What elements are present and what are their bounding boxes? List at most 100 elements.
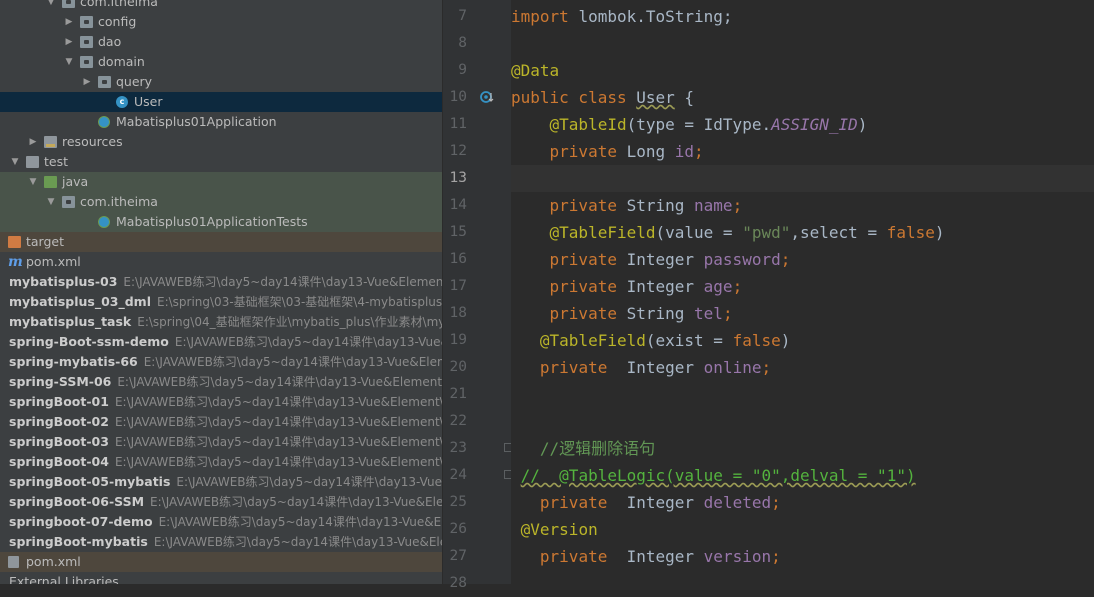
code-line[interactable]: @TableField(exist = false) — [511, 327, 1094, 354]
field-usage-icon[interactable] — [480, 89, 494, 103]
tree-row-com-itheima[interactable]: ▼ com.itheima — [0, 0, 442, 12]
chevron-right-icon[interactable]: ▶ — [82, 72, 92, 92]
tree-row-target[interactable]: target — [0, 232, 442, 252]
code-token: String — [626, 196, 695, 215]
tree-row-resources[interactable]: ▶ resources — [0, 132, 442, 152]
tree-row-label: com.itheima — [80, 192, 158, 212]
chevron-right-icon[interactable]: ▶ — [64, 32, 74, 52]
tree-row-spring-mybatis-66[interactable]: spring-mybatis-66 E:\JAVAWEB练习\day5~day14… — [0, 352, 442, 372]
tree-row-mybatisplus-03-dml[interactable]: mybatisplus_03_dml E:\spring\03-基础框架\03-基… — [0, 292, 442, 312]
tree-row-domain[interactable]: ▼ domain — [0, 52, 442, 72]
tree-row-dao[interactable]: ▶ dao — [0, 32, 442, 52]
code-line[interactable]: @Data — [511, 57, 1094, 84]
code-line[interactable]: import lombok.ToString; — [511, 3, 1094, 30]
tree-row-springboot-mybatis[interactable]: springBoot-mybatis E:\JAVAWEB练习\day5~day1… — [0, 532, 442, 552]
code-line[interactable]: @TableId(type = IdType.ASSIGN_ID) — [511, 111, 1094, 138]
code-token: String — [626, 304, 695, 323]
line-number: 10 — [449, 89, 467, 105]
module-path: E:\spring\03-基础框架\03-基础框架\4-mybatisplus\… — [156, 295, 442, 309]
package-folder-icon — [80, 36, 93, 48]
code-line[interactable]: //逻辑删除语句 — [511, 435, 1094, 462]
code-line[interactable] — [511, 381, 1094, 408]
tree-row-label: springBoot-03 E:\JAVAWEB练习\day5~day14课件\d… — [9, 432, 442, 452]
tree-row-config[interactable]: ▶ config — [0, 12, 442, 32]
code-token: private — [549, 142, 627, 161]
module-path: E:\JAVAWEB练习\day5~day14课件\day13-Vue&Ele — [176, 475, 442, 489]
package-folder-icon — [62, 0, 75, 8]
code-line[interactable] — [511, 570, 1094, 584]
module-path: E:\JAVAWEB练习\day5~day14课件\day13-Vue&Elem… — [150, 495, 442, 509]
tree-row-mybatisplus-03[interactable]: mybatisplus-03 E:\JAVAWEB练习\day5~day14课件\… — [0, 272, 442, 292]
tree-row-java[interactable]: ▼ java — [0, 172, 442, 192]
tree-row-springboot-03[interactable]: springBoot-03 E:\JAVAWEB练习\day5~day14课件\d… — [0, 432, 442, 452]
code-line[interactable]: private String tel; — [511, 300, 1094, 327]
code-token: ; — [771, 547, 781, 566]
tree-row-query[interactable]: ▶ query — [0, 72, 442, 92]
chevron-down-icon[interactable]: ▼ — [46, 192, 56, 212]
code-line[interactable]: @TableField(value = "pwd",select = false… — [511, 219, 1094, 246]
line-number: 21 — [449, 386, 467, 402]
tree-row-test[interactable]: ▼ test — [0, 152, 442, 172]
tree-row-external-libraries[interactable]: External Libraries — [0, 572, 442, 584]
code-line[interactable]: public class User { — [511, 84, 1094, 111]
chevron-down-icon[interactable]: ▼ — [64, 52, 74, 72]
tree-label-text: springBoot-06-SSM — [9, 494, 145, 509]
tree-row-mybatisplus-task[interactable]: mybatisplus_task E:\spring\04_基础框架作业\myba… — [0, 312, 442, 332]
tree-row-spring-boot-ssm-demo[interactable]: spring-Boot-ssm-demo E:\JAVAWEB练习\day5~da… — [0, 332, 442, 352]
code-line[interactable]: // @TableLogic(value = "0",delval = "1") — [511, 462, 1094, 489]
package-folder-icon — [80, 56, 93, 68]
tree-row-label: com.itheima — [80, 0, 158, 12]
line-number: 16 — [449, 251, 467, 267]
editor-gutter: 7 8 9 10 11 12 13 14 15 16 17 18 19 20 21 22 23 24 25 26 27 2… — [443, 0, 512, 591]
line-number: 8 — [458, 35, 467, 51]
tree-row-label: java — [62, 172, 88, 192]
chevron-down-icon[interactable]: ▼ — [10, 152, 20, 172]
tree-row-springboot-05-mybatis[interactable]: springBoot-05-mybatis E:\JAVAWEB练习\day5~d… — [0, 472, 442, 492]
tree-row-mabatisplus01applicationtests[interactable]: Mabatisplus01ApplicationTests — [0, 212, 442, 232]
chevron-down-icon[interactable]: ▼ — [28, 172, 38, 192]
tree-row-springboot-04[interactable]: springBoot-04 E:\JAVAWEB练习\day5~day14课件\d… — [0, 452, 442, 472]
chevron-right-icon[interactable]: ▶ — [64, 12, 74, 32]
module-path: E:\JAVAWEB练习\day5~day14课件\day13-Vue&Elem… — [114, 435, 442, 449]
tree-row-mabatisplus01application[interactable]: Mabatisplus01Application — [0, 112, 442, 132]
line-number: 14 — [449, 197, 467, 213]
tree-row-springboot-06-ssm[interactable]: springBoot-06-SSM E:\JAVAWEB练习\day5~day14… — [0, 492, 442, 512]
code-token: ; — [732, 277, 743, 296]
tree-row-pom-xml[interactable]: m pom.xml — [0, 252, 442, 272]
code-line[interactable] — [511, 408, 1094, 435]
tree-row-spring-ssm-06[interactable]: spring-SSM-06 E:\JAVAWEB练习\day5~day14课件\d… — [0, 372, 442, 392]
chevron-down-icon[interactable]: ▼ — [46, 0, 56, 12]
code-token: @TableField — [539, 331, 646, 350]
line-number: 24 — [449, 467, 467, 483]
code-line[interactable]: @Version — [511, 516, 1094, 543]
chevron-right-icon[interactable]: ▶ — [28, 132, 38, 152]
code-line[interactable]: private Integer password; — [511, 246, 1094, 273]
tree-label-text: domain — [98, 54, 145, 69]
code-token: false — [732, 331, 781, 350]
tree-row-springboot-02[interactable]: springBoot-02 E:\JAVAWEB练习\day5~day14课件\d… — [0, 412, 442, 432]
code-token: (value = — [655, 223, 743, 242]
tree-label-text: springBoot-mybatis — [9, 534, 148, 549]
code-editor[interactable]: import lombok.ToString; @Data public class… — [511, 0, 1094, 584]
code-token: name — [694, 196, 733, 215]
tree-row-springboot-01[interactable]: springBoot-01 E:\JAVAWEB练习\day5~day14课件\d… — [0, 392, 442, 412]
code-line[interactable] — [511, 30, 1094, 57]
tree-row-pom-xml[interactable]: pom.xml — [0, 552, 442, 572]
code-line[interactable]: private Integer age; — [511, 273, 1094, 300]
code-line[interactable]: private String name; — [511, 192, 1094, 219]
code-token: password — [703, 250, 781, 269]
maven-icon: m — [8, 254, 23, 270]
tree-row-user[interactable]: c User — [0, 92, 442, 112]
tree-label-text: query — [116, 74, 153, 89]
code-line[interactable]: private Integer deleted; — [511, 489, 1094, 516]
code-line[interactable]: private Long id; — [511, 138, 1094, 165]
code-line[interactable]: private Integer online; — [511, 354, 1094, 381]
tree-row-label: resources — [62, 132, 123, 152]
module-path: E:\JAVAWEB练习\day5~day14课件\day13-Vue&Ele — [174, 335, 442, 349]
tree-row-springboot-07-demo[interactable]: springboot-07-demo E:\JAVAWEB练习\day5~day1… — [0, 512, 442, 532]
code-line[interactable] — [511, 165, 1094, 192]
tree-row-com-itheima[interactable]: ▼ com.itheima — [0, 192, 442, 212]
code-token: public class — [511, 88, 637, 107]
code-line[interactable]: private Integer version; — [511, 543, 1094, 570]
